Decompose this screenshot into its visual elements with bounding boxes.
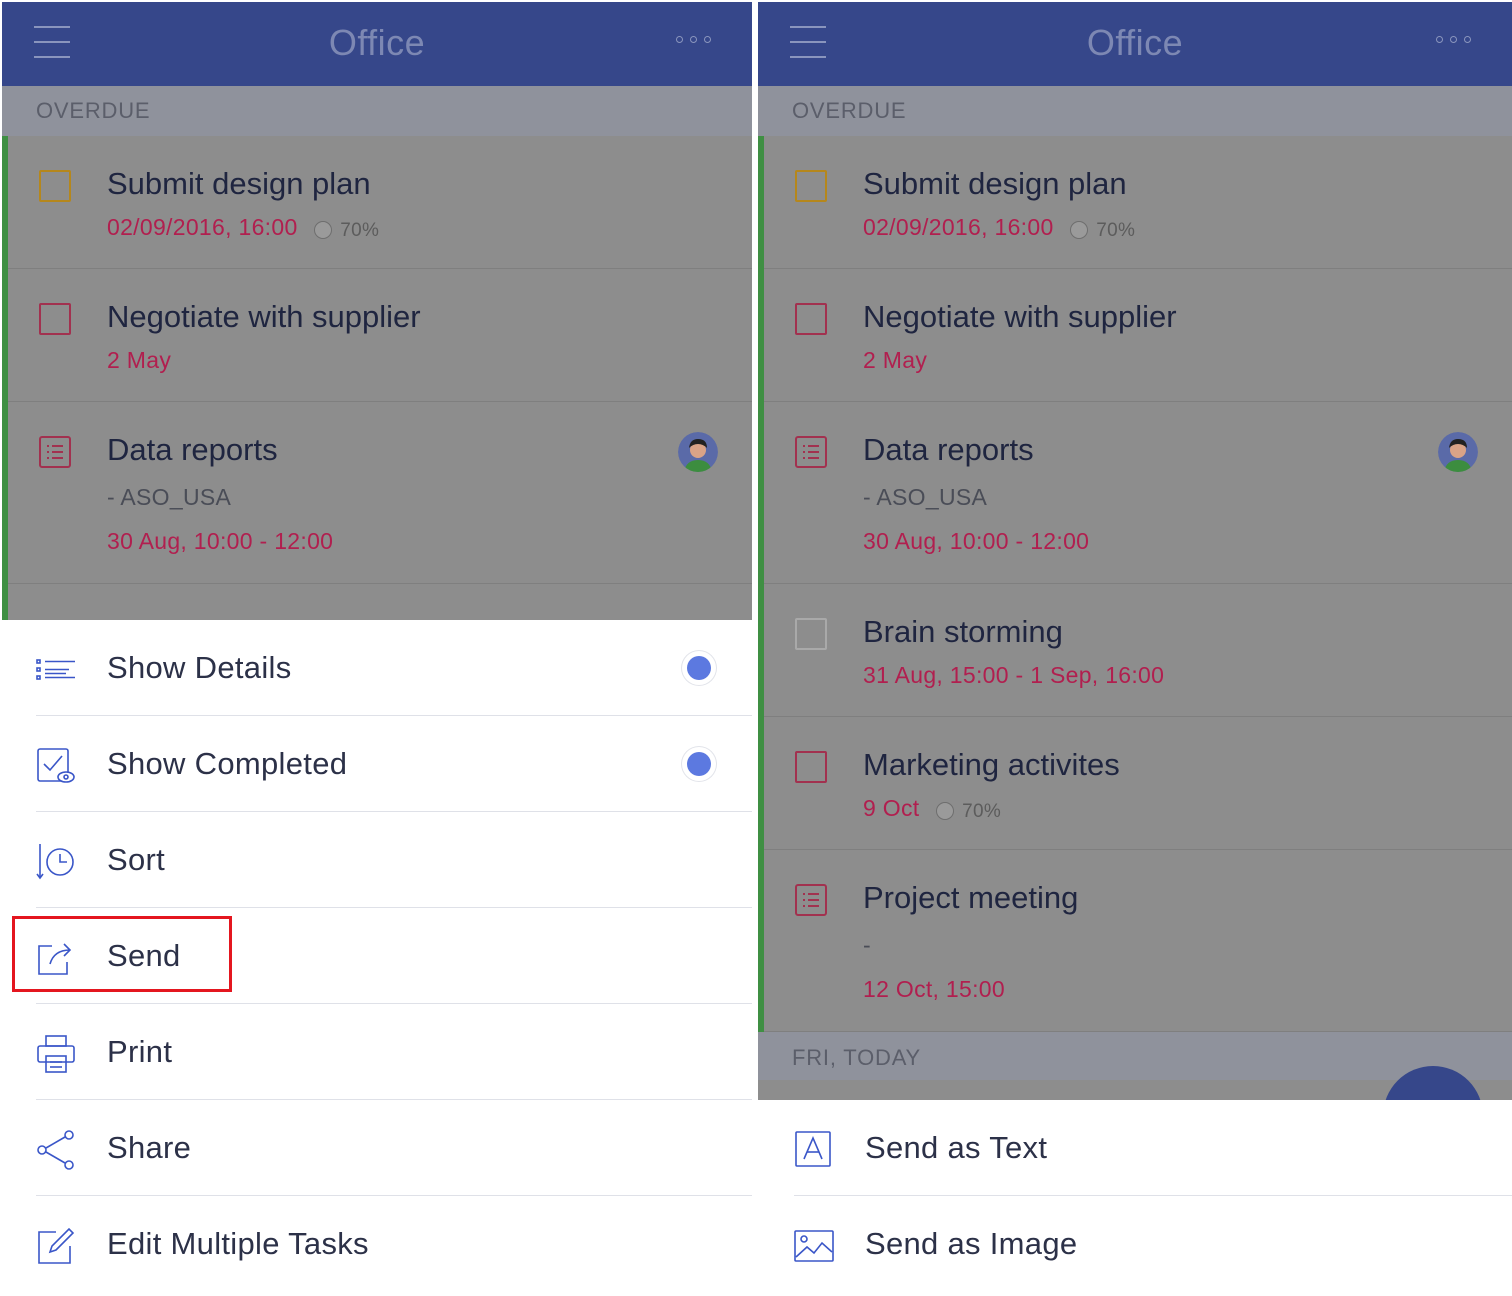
task-title: Negotiate with supplier [107,299,421,334]
menu-item-sort[interactable]: Sort [0,812,752,908]
menu-label: Show Completed [107,746,348,781]
task-due: 2 May [107,347,172,373]
printer-icon [36,1034,76,1074]
task-row[interactable]: Data reports - ASO_USA 30 Aug, 10:00 - 1… [758,402,1512,584]
task-title: Data reports [863,432,1034,467]
progress-pie-icon [314,221,333,240]
task-subtitle: - [863,932,871,958]
checkbox-icon[interactable] [39,170,71,202]
progress-pie-icon [936,802,955,821]
task-due-text: 9 Oct [863,795,920,821]
avatar-icon[interactable] [678,432,718,472]
radio-toggle[interactable] [682,651,716,685]
task-row[interactable]: Brain storming 31 Aug, 15:00 - 1 Sep, 16… [758,584,1512,717]
checkbox-icon[interactable] [39,303,71,335]
menu-item-send-as-image[interactable]: Send as Image [758,1196,1512,1292]
task-due: 02/09/2016, 16:00 70% [107,214,379,242]
share-icon [36,1130,76,1170]
progress-indicator: 70% [936,796,1001,823]
section-header-overdue: OVERDUE [2,86,752,136]
task-subtitle: - ASO_USA [107,484,232,510]
send-options-sheet: Send as Text Send as Image [758,1100,1512,1296]
task-title: Submit design plan [863,166,1127,201]
checkbox-icon[interactable] [795,618,827,650]
menu-label: Share [107,1130,192,1165]
note-icon [795,884,827,916]
task-title: Data reports [107,432,278,467]
app-title: Office [1086,22,1184,63]
task-due: 02/09/2016, 16:00 70% [863,214,1135,242]
list-details-icon [36,650,76,690]
section-header-today: FRI, TODAY [758,1032,1512,1080]
progress-pie-icon [1070,221,1089,240]
task-list: Submit design plan 02/09/2016, 16:00 70%… [2,136,752,644]
task-due: 30 Aug, 10:00 - 12:00 [863,528,1090,554]
edit-icon [36,1226,76,1266]
radio-toggle[interactable] [682,747,716,781]
send-icon [36,938,76,978]
menu-label: Show Details [107,650,292,685]
task-row[interactable]: Marketing activites 9 Oct 70% [758,717,1512,850]
task-title: Brain storming [863,614,1063,649]
menu-label: Edit Multiple Tasks [107,1226,369,1261]
menu-item-send-as-text[interactable]: Send as Text [758,1100,1512,1196]
task-due: 31 Aug, 15:00 - 1 Sep, 16:00 [863,662,1165,688]
menu-label: Sort [107,842,166,877]
left-screen: Office OVERDUE Submit design plan 02/09/… [0,0,752,1296]
task-due-text: 02/09/2016, 16:00 [107,214,298,240]
menu-label: Print [107,1034,173,1069]
checkbox-icon[interactable] [795,751,827,783]
progress-indicator: 70% [1070,215,1135,242]
image-icon [794,1226,834,1266]
note-icon [795,436,827,468]
menu-label: Send as Image [865,1226,1078,1261]
task-row[interactable]: Project meeting - 12 Oct, 15:00 [758,850,1512,1032]
completed-eye-icon [36,746,76,786]
task-row[interactable]: Submit design plan 02/09/2016, 16:00 70% [758,136,1512,269]
task-title: Marketing activites [863,747,1120,782]
options-sheet: Show Details Show Completed Sort Send Pr… [0,620,752,1296]
menu-item-send[interactable]: Send [0,908,752,1004]
menu-label: Send as Text [865,1130,1048,1165]
menu-item-show-details[interactable]: Show Details [0,620,752,716]
more-dots-icon[interactable] [676,30,718,50]
menu-item-share[interactable]: Share [0,1100,752,1196]
task-due-text: 02/09/2016, 16:00 [863,214,1054,240]
task-row[interactable]: Negotiate with supplier 2 May [2,269,752,402]
task-title: Submit design plan [107,166,371,201]
note-icon [39,436,71,468]
text-icon [794,1130,834,1170]
menu-item-print[interactable]: Print [0,1004,752,1100]
menu-label: Send [107,938,181,973]
progress-text: 70% [1096,220,1136,242]
checkbox-icon[interactable] [795,170,827,202]
task-due: 30 Aug, 10:00 - 12:00 [107,528,334,554]
task-due: 12 Oct, 15:00 [863,976,1005,1002]
progress-text: 70% [340,220,380,242]
right-screen: Office OVERDUE Submit design plan 02/09/… [758,0,1512,1296]
checkbox-icon[interactable] [795,303,827,335]
app-bar: Office [758,2,1512,86]
task-subtitle: - ASO_USA [863,484,988,510]
menu-item-edit-multiple[interactable]: Edit Multiple Tasks [0,1196,752,1292]
task-row[interactable]: Data reports - ASO_USA 30 Aug, 10:00 - 1… [2,402,752,584]
more-dots-icon[interactable] [1436,30,1478,50]
section-header-overdue: OVERDUE [758,86,1512,136]
task-due: 9 Oct 70% [863,795,1001,823]
avatar-icon[interactable] [1438,432,1478,472]
app-bar: Office [2,2,752,86]
task-due: 2 May [863,347,928,373]
menu-item-show-completed[interactable]: Show Completed [0,716,752,812]
sort-clock-icon [36,842,76,882]
task-title: Negotiate with supplier [863,299,1177,334]
task-row[interactable]: Negotiate with supplier 2 May [758,269,1512,402]
task-title: Project meeting [863,880,1079,915]
task-row[interactable]: Submit design plan 02/09/2016, 16:00 70% [2,136,752,269]
progress-text: 70% [962,801,1002,823]
progress-indicator: 70% [314,215,379,242]
task-list: Submit design plan 02/09/2016, 16:00 70%… [758,136,1512,1032]
app-title: Office [328,22,426,63]
